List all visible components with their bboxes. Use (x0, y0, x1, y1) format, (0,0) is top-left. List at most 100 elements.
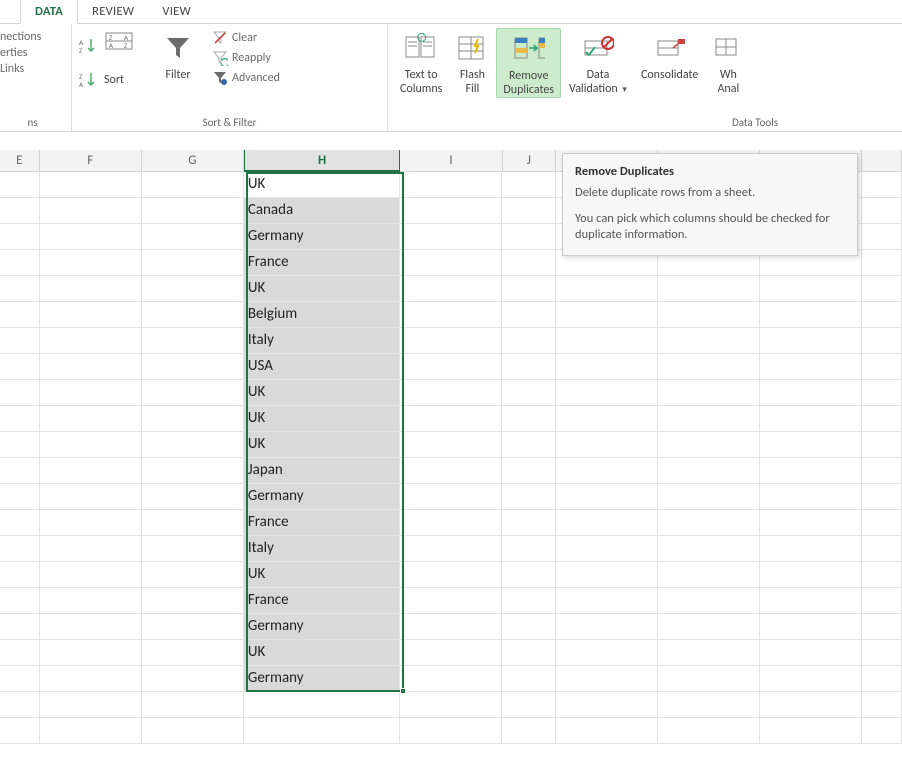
cell[interactable] (556, 640, 658, 666)
cell[interactable] (658, 692, 760, 718)
cell[interactable]: UK (244, 406, 401, 432)
text-to-columns-button[interactable]: Text to Columns (394, 28, 448, 96)
cell[interactable] (400, 484, 502, 510)
cell[interactable] (658, 536, 760, 562)
cell[interactable] (0, 380, 40, 406)
cell[interactable] (862, 458, 902, 484)
cell[interactable]: UK (244, 640, 401, 666)
cell[interactable] (502, 484, 556, 510)
cell[interactable] (40, 692, 142, 718)
cell[interactable] (658, 328, 760, 354)
cell[interactable] (760, 562, 862, 588)
flash-fill-button[interactable]: Flash Fill (450, 28, 494, 96)
cell[interactable] (142, 250, 244, 276)
spreadsheet-grid[interactable]: UKCanadaGermanyFranceUKBelgiumItalyUSAUK… (0, 172, 902, 744)
cell[interactable] (40, 432, 142, 458)
cell[interactable] (502, 562, 556, 588)
cell[interactable] (142, 640, 244, 666)
cell[interactable] (556, 380, 658, 406)
cell[interactable] (862, 328, 902, 354)
col-header-e[interactable]: E (0, 150, 40, 171)
cell[interactable] (658, 640, 760, 666)
cell[interactable]: UK (244, 276, 401, 302)
cell[interactable] (760, 614, 862, 640)
cell[interactable] (0, 666, 40, 692)
cell[interactable] (0, 640, 40, 666)
cell[interactable] (142, 406, 244, 432)
cell[interactable]: Germany (244, 666, 401, 692)
cell[interactable] (40, 198, 142, 224)
cell[interactable] (142, 562, 244, 588)
cell[interactable] (760, 380, 862, 406)
cell[interactable] (502, 666, 556, 692)
cell[interactable] (658, 614, 760, 640)
cell[interactable] (556, 614, 658, 640)
cell[interactable] (400, 432, 502, 458)
cell[interactable] (556, 562, 658, 588)
cell[interactable] (658, 588, 760, 614)
cell[interactable] (760, 276, 862, 302)
cell[interactable] (760, 458, 862, 484)
cell[interactable] (400, 666, 502, 692)
cell[interactable] (658, 276, 760, 302)
connections-item[interactable]: nections (0, 30, 41, 44)
whatif-button[interactable]: Wh Anal (706, 28, 744, 96)
cell[interactable] (760, 432, 862, 458)
cell[interactable] (0, 276, 40, 302)
cell[interactable] (400, 198, 502, 224)
cell[interactable] (862, 562, 902, 588)
cell[interactable] (400, 562, 502, 588)
cell[interactable] (142, 484, 244, 510)
sort-label[interactable]: Sort (104, 73, 124, 87)
cell[interactable] (400, 406, 502, 432)
cell[interactable] (862, 302, 902, 328)
cell[interactable] (556, 588, 658, 614)
selection-handle[interactable] (400, 688, 406, 694)
cell[interactable] (862, 250, 902, 276)
cell[interactable] (0, 302, 40, 328)
cell[interactable] (862, 614, 902, 640)
cell[interactable] (0, 562, 40, 588)
cell[interactable] (658, 302, 760, 328)
cell[interactable] (400, 692, 502, 718)
cell[interactable] (40, 536, 142, 562)
cell[interactable]: Germany (244, 224, 401, 250)
cell[interactable]: Italy (244, 536, 401, 562)
cell[interactable] (244, 718, 401, 744)
cell[interactable] (40, 224, 142, 250)
cell[interactable] (862, 640, 902, 666)
cell[interactable] (502, 588, 556, 614)
cell[interactable] (142, 614, 244, 640)
filter-button[interactable]: Filter (156, 28, 200, 82)
cell[interactable] (40, 718, 142, 744)
cell[interactable] (556, 406, 658, 432)
cell[interactable] (400, 328, 502, 354)
sort-az-icon[interactable]: AZ (78, 36, 98, 56)
cell[interactable] (0, 614, 40, 640)
cell[interactable] (0, 406, 40, 432)
cell[interactable] (502, 640, 556, 666)
cell[interactable] (658, 354, 760, 380)
col-header-g[interactable]: G (142, 150, 244, 171)
cell[interactable] (556, 302, 658, 328)
cell[interactable] (502, 510, 556, 536)
cell[interactable] (556, 276, 658, 302)
cell[interactable] (760, 406, 862, 432)
cell[interactable]: Canada (244, 198, 401, 224)
cell[interactable] (0, 328, 40, 354)
cell[interactable] (0, 224, 40, 250)
cell[interactable] (40, 250, 142, 276)
cell[interactable] (862, 354, 902, 380)
cell[interactable] (658, 484, 760, 510)
cell[interactable] (40, 458, 142, 484)
cell[interactable] (502, 692, 556, 718)
cell[interactable] (862, 406, 902, 432)
cell[interactable]: Belgium (244, 302, 401, 328)
cell[interactable] (400, 224, 502, 250)
cell[interactable] (658, 380, 760, 406)
cell[interactable] (142, 432, 244, 458)
cell[interactable] (0, 172, 40, 198)
cell[interactable] (400, 640, 502, 666)
cell[interactable] (40, 354, 142, 380)
cell[interactable] (40, 562, 142, 588)
